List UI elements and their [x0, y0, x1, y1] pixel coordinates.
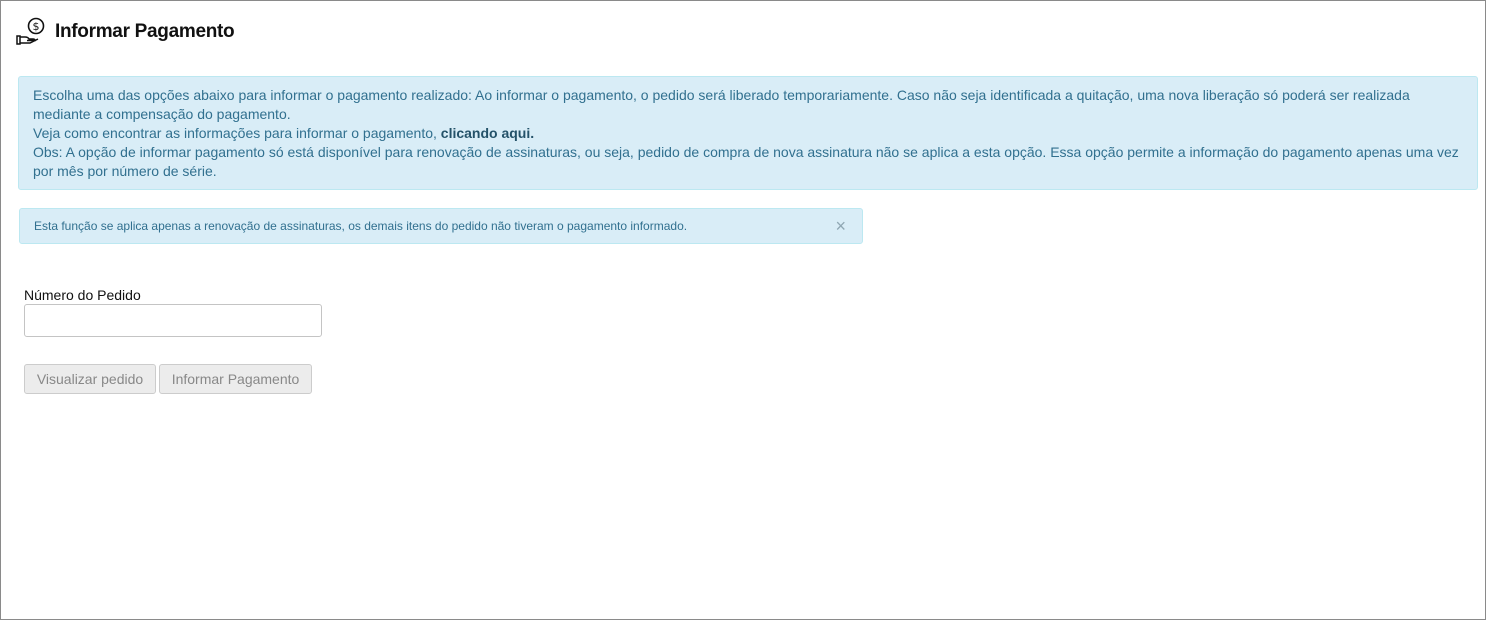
page-title: Informar Pagamento	[55, 21, 235, 42]
notice-alert-text: Esta função se aplica apenas a renovação…	[34, 219, 688, 233]
hand-coin-icon: $	[16, 17, 46, 47]
close-icon[interactable]: ×	[835, 217, 846, 235]
info-alert-line3: Obs: A opção de informar pagamento só es…	[33, 144, 1459, 179]
order-number-label: Número do Pedido	[24, 287, 141, 303]
svg-text:$: $	[33, 20, 40, 33]
help-link[interactable]: clicando aqui.	[441, 125, 534, 141]
inform-payment-button[interactable]: Informar Pagamento	[159, 364, 312, 394]
info-alert-line1: Escolha uma das opções abaixo para infor…	[33, 87, 1410, 122]
notice-alert: Esta função se aplica apenas a renovação…	[19, 208, 863, 244]
page-header: $ Informar Pagamento	[16, 16, 235, 48]
info-alert-line2-text: Veja como encontrar as informações para …	[33, 125, 441, 141]
info-alert-line2: Veja como encontrar as informações para …	[33, 124, 1463, 143]
view-order-button[interactable]: Visualizar pedido	[24, 364, 156, 394]
info-alert: Escolha uma das opções abaixo para infor…	[18, 76, 1478, 190]
page-frame: $ Informar Pagamento Escolha uma das opç…	[0, 0, 1486, 620]
order-number-input[interactable]	[24, 304, 322, 337]
